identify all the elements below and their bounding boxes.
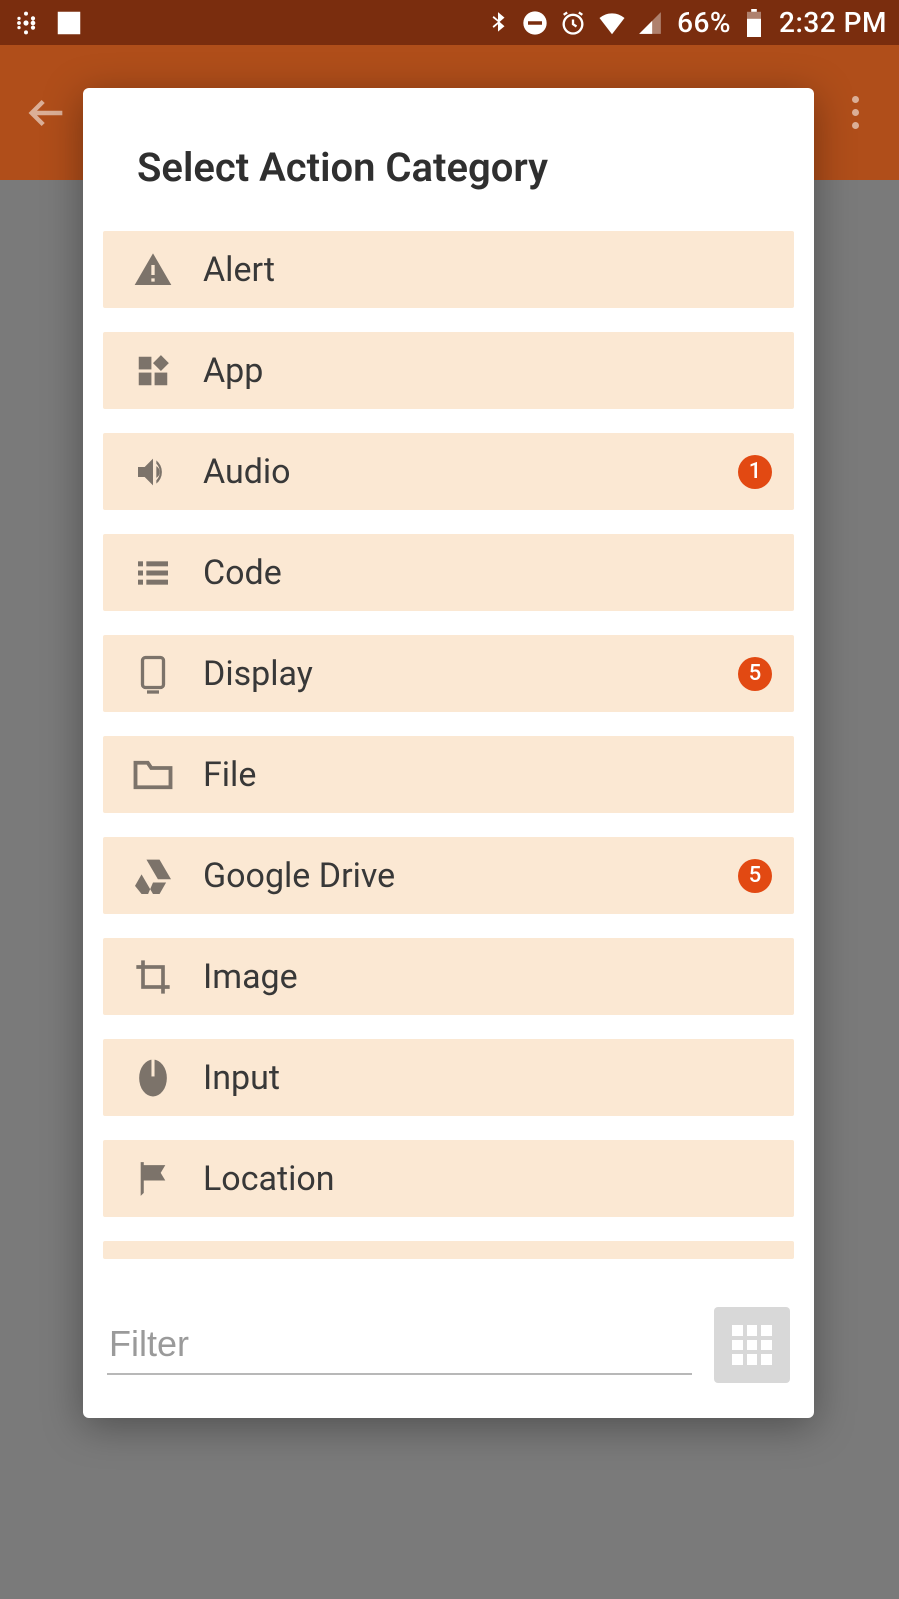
dialog-title: Select Action Category bbox=[83, 88, 814, 231]
category-list: Alert App Audio 1 Code Display bbox=[83, 231, 814, 1278]
dialog-footer bbox=[83, 1278, 814, 1418]
category-audio[interactable]: Audio 1 bbox=[103, 433, 794, 510]
category-badge: 1 bbox=[738, 455, 772, 489]
category-alert[interactable]: Alert bbox=[103, 231, 794, 308]
category-app[interactable]: App bbox=[103, 332, 794, 409]
grid-icon bbox=[732, 1325, 772, 1365]
category-label: Alert bbox=[203, 250, 794, 290]
grid-view-button[interactable] bbox=[714, 1307, 790, 1383]
category-label: Image bbox=[203, 957, 794, 997]
category-file[interactable]: File bbox=[103, 736, 794, 813]
category-label: App bbox=[203, 351, 794, 391]
display-icon bbox=[103, 653, 203, 695]
category-google-drive[interactable]: Google Drive 5 bbox=[103, 837, 794, 914]
category-code[interactable]: Code bbox=[103, 534, 794, 611]
filter-input[interactable] bbox=[107, 1315, 692, 1375]
image-notification-icon bbox=[54, 8, 84, 38]
category-label: Input bbox=[203, 1058, 794, 1098]
back-arrow-icon[interactable] bbox=[24, 90, 70, 136]
alert-icon bbox=[103, 250, 203, 290]
category-display[interactable]: Display 5 bbox=[103, 635, 794, 712]
fitbit-icon bbox=[12, 9, 40, 37]
google-drive-icon bbox=[103, 858, 203, 894]
category-badge: 5 bbox=[738, 859, 772, 893]
category-label: Display bbox=[203, 654, 738, 694]
status-bar: 66% 2:32 PM bbox=[0, 0, 899, 45]
cell-signal-icon bbox=[637, 10, 663, 36]
category-item-partial[interactable] bbox=[103, 1241, 794, 1259]
category-input[interactable]: Input bbox=[103, 1039, 794, 1116]
app-icon bbox=[103, 352, 203, 390]
dnd-icon bbox=[521, 9, 549, 37]
category-label: Google Drive bbox=[203, 856, 738, 896]
category-image[interactable]: Image bbox=[103, 938, 794, 1015]
alarm-icon bbox=[559, 9, 587, 37]
clock-time: 2:32 PM bbox=[779, 6, 887, 39]
bluetooth-icon bbox=[485, 10, 511, 36]
battery-percent: 66% bbox=[677, 6, 731, 39]
category-label: File bbox=[203, 755, 794, 795]
category-location[interactable]: Location bbox=[103, 1140, 794, 1217]
battery-icon bbox=[745, 9, 763, 37]
category-label: Audio bbox=[203, 452, 738, 492]
wifi-icon bbox=[597, 8, 627, 38]
code-icon bbox=[103, 553, 203, 593]
action-category-dialog: Select Action Category Alert App Audio 1 bbox=[83, 88, 814, 1418]
input-icon bbox=[103, 1058, 203, 1098]
category-label: Location bbox=[203, 1159, 794, 1199]
overflow-menu-button[interactable] bbox=[835, 93, 875, 133]
category-badge: 5 bbox=[738, 657, 772, 691]
location-icon bbox=[103, 1159, 203, 1199]
image-icon bbox=[103, 957, 203, 997]
audio-icon bbox=[103, 452, 203, 492]
file-icon bbox=[103, 757, 203, 793]
category-label: Code bbox=[203, 553, 794, 593]
